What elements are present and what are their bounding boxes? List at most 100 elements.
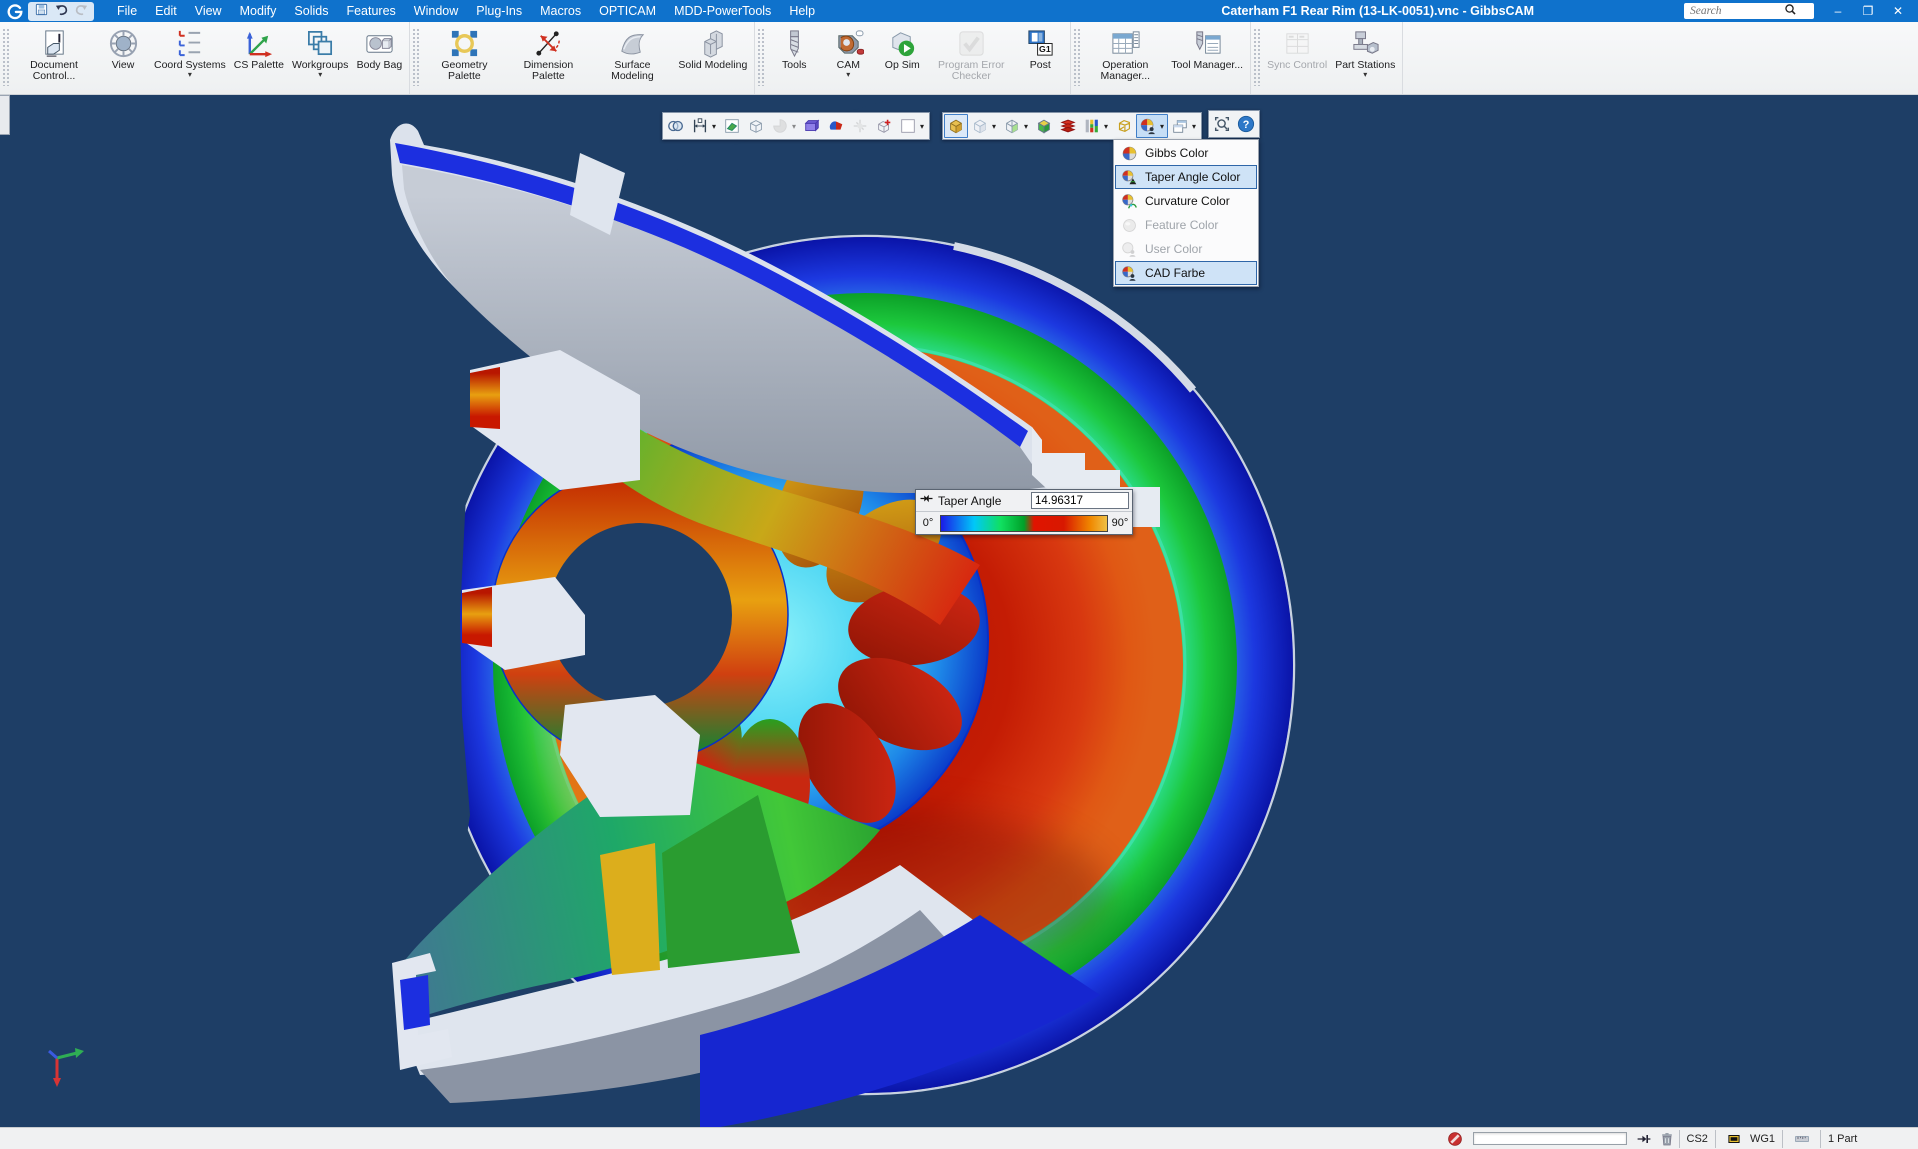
display-layers[interactable]: ▾ xyxy=(1056,114,1080,138)
close-button[interactable]: ✕ xyxy=(1884,1,1912,21)
dropdown-arrow[interactable]: ▾ xyxy=(1102,122,1110,131)
menubar-window[interactable]: Window xyxy=(405,0,467,22)
menubar-macros[interactable]: Macros xyxy=(531,0,590,22)
trash-icon[interactable] xyxy=(1658,1129,1677,1148)
minimize-button[interactable]: – xyxy=(1824,1,1852,21)
taper-angle-input[interactable] xyxy=(1031,492,1129,509)
dropdown-arrow[interactable]: ▾ xyxy=(918,122,926,131)
dropdown-arrow[interactable]: ▾ xyxy=(1363,71,1367,78)
coordinate-system-indicator[interactable]: CS2 xyxy=(1679,1130,1715,1148)
button-tools[interactable]: Tools ▾ xyxy=(767,24,821,94)
menubar-mdd-powertools[interactable]: MDD-PowerTools xyxy=(665,0,780,22)
dropdown-arrow[interactable]: ▾ xyxy=(318,71,322,78)
model-viewport[interactable]: ▾▾▾▾▾▾▾▾▾▾ ▾▾▾▾▾▾▾▾▾ ▾?▾ Gibbs Color Tap… xyxy=(0,95,1918,1127)
cube-split-icon xyxy=(1002,116,1022,136)
menubar-edit[interactable]: Edit xyxy=(146,0,186,22)
search-icon[interactable] xyxy=(1784,3,1797,19)
restore-button[interactable]: ❐ xyxy=(1854,1,1882,21)
zoom-fit-button[interactable]: ▾ xyxy=(1210,112,1234,136)
button-cam[interactable]: CAM ▾ xyxy=(821,24,875,94)
button-program-error-checker[interactable]: Program Error Checker ▾ xyxy=(929,24,1013,94)
display-windows[interactable]: ▾ xyxy=(1168,114,1200,138)
button-body-bag[interactable]: Body Bag ▾ xyxy=(352,24,406,94)
dropdown-arrow[interactable]: ▾ xyxy=(710,122,718,131)
button-workgroups[interactable]: Workgroups ▾ xyxy=(288,24,352,94)
button-sync-control[interactable]: Sync Control ▾ xyxy=(1263,24,1331,94)
dropdown-arrow[interactable]: ▾ xyxy=(846,71,850,78)
tool-body-compare[interactable]: ▾ xyxy=(824,114,848,138)
dropdown-arrow[interactable]: ▾ xyxy=(990,122,998,131)
display-half[interactable]: ▾ xyxy=(1000,114,1032,138)
menubar-features[interactable]: Features xyxy=(337,0,404,22)
wheel-rim-model xyxy=(0,95,1918,1127)
button-coord-systems[interactable]: Coord Systems ▾ xyxy=(150,24,230,94)
display-wireframe[interactable]: ▾ xyxy=(1112,114,1136,138)
help-button[interactable]: ?▾ xyxy=(1234,112,1258,136)
pin-icon[interactable] xyxy=(1635,1129,1654,1148)
button-dimension-palette[interactable]: Dimension Palette ▾ xyxy=(506,24,590,94)
workgroup-indicator[interactable]: WG1 xyxy=(1715,1130,1782,1148)
tool-face-select[interactable]: ▾ xyxy=(720,114,744,138)
display-shaded[interactable]: ▾ xyxy=(944,114,968,138)
op-sim-icon xyxy=(887,26,918,60)
undo-button[interactable] xyxy=(51,3,71,20)
taper-panel-title: Taper Angle xyxy=(938,494,1027,508)
dropdown-arrow[interactable]: ▾ xyxy=(188,71,192,78)
button-post[interactable]: G1 Post ▾ xyxy=(1013,24,1067,94)
menubar-view[interactable]: View xyxy=(186,0,231,22)
button-operation-manager[interactable]: Operation Manager... ▾ xyxy=(1083,24,1167,94)
sync-control-icon xyxy=(1282,26,1313,60)
toolbar-grip-handle[interactable] xyxy=(1073,28,1080,86)
tool-section[interactable]: ▾ xyxy=(768,114,800,138)
redo-button[interactable] xyxy=(71,3,91,20)
button-tool-manager[interactable]: Tool Manager... ▾ xyxy=(1167,24,1247,94)
menubar-opticam[interactable]: OPTICAM xyxy=(590,0,665,22)
units-indicator[interactable] xyxy=(1782,1130,1820,1148)
toolbar-grip-handle[interactable] xyxy=(2,28,9,86)
pin-icon[interactable] xyxy=(919,491,934,511)
dropdown-arrow[interactable]: ▾ xyxy=(1022,122,1030,131)
display-color-mode[interactable]: ▾ xyxy=(1136,114,1168,138)
tool-select-bodies[interactable]: ▾ xyxy=(664,114,688,138)
search-input[interactable] xyxy=(1688,4,1784,18)
button-op-sim[interactable]: Op Sim ▾ xyxy=(875,24,929,94)
search-box[interactable] xyxy=(1684,3,1814,19)
dock-handle[interactable] xyxy=(0,95,10,135)
tool-axis[interactable]: ▾ xyxy=(848,114,872,138)
menubar-help[interactable]: Help xyxy=(780,0,824,22)
button-solid-modeling[interactable]: Solid Modeling ▾ xyxy=(674,24,751,94)
save-button[interactable] xyxy=(31,3,51,20)
display-facet-shaded[interactable]: ▾ xyxy=(968,114,1000,138)
menu-item-gibbs-color[interactable]: Gibbs Color xyxy=(1115,141,1257,165)
tool-bounding-box[interactable]: ▾ xyxy=(800,114,824,138)
display-color-bars[interactable]: ▾ xyxy=(1080,114,1112,138)
menu-item-user-color[interactable]: User Color xyxy=(1115,237,1257,261)
toolbar-grip-handle[interactable] xyxy=(412,28,419,86)
menubar-solids[interactable]: Solids xyxy=(285,0,337,22)
dropdown-arrow[interactable]: ▾ xyxy=(1158,122,1166,131)
button-surface-modeling[interactable]: Surface Modeling ▾ xyxy=(590,24,674,94)
toolbar-grip-handle[interactable] xyxy=(757,28,764,86)
menu-item-curvature-color[interactable]: Curvature Color xyxy=(1115,189,1257,213)
tool-add-body[interactable]: ▾ xyxy=(872,114,896,138)
menubar-modify[interactable]: Modify xyxy=(231,0,286,22)
button-document-control[interactable]: Document Control... ▾ xyxy=(12,24,96,94)
toolbar-grip-handle[interactable] xyxy=(1253,28,1260,86)
menu-item-feature-color[interactable]: Feature Color xyxy=(1115,213,1257,237)
button-part-stations[interactable]: Part Stations ▾ xyxy=(1331,24,1399,94)
tool-empty-selection[interactable]: ▾ xyxy=(896,114,928,138)
button-cs-palette[interactable]: CS Palette ▾ xyxy=(230,24,288,94)
tool-solid-select[interactable]: ▾ xyxy=(744,114,768,138)
dropdown-arrow[interactable]: ▾ xyxy=(1190,122,1198,131)
menu-item-taper-angle-color[interactable]: Taper Angle Color xyxy=(1115,165,1257,189)
tool-dimension[interactable]: ▾ xyxy=(688,114,720,138)
menubar-file[interactable]: File xyxy=(108,0,146,22)
tools-drill-icon xyxy=(779,26,810,60)
menu-item-cad-farbe[interactable]: CAD Farbe xyxy=(1115,261,1257,285)
display-solid[interactable]: ▾ xyxy=(1032,114,1056,138)
dropdown-arrow[interactable]: ▾ xyxy=(790,122,798,131)
menubar-plugins[interactable]: Plug-Ins xyxy=(467,0,531,22)
interrupt-icon[interactable] xyxy=(1446,1129,1465,1148)
button-geometry-palette[interactable]: Geometry Palette ▾ xyxy=(422,24,506,94)
button-view[interactable]: View ▾ xyxy=(96,24,150,94)
